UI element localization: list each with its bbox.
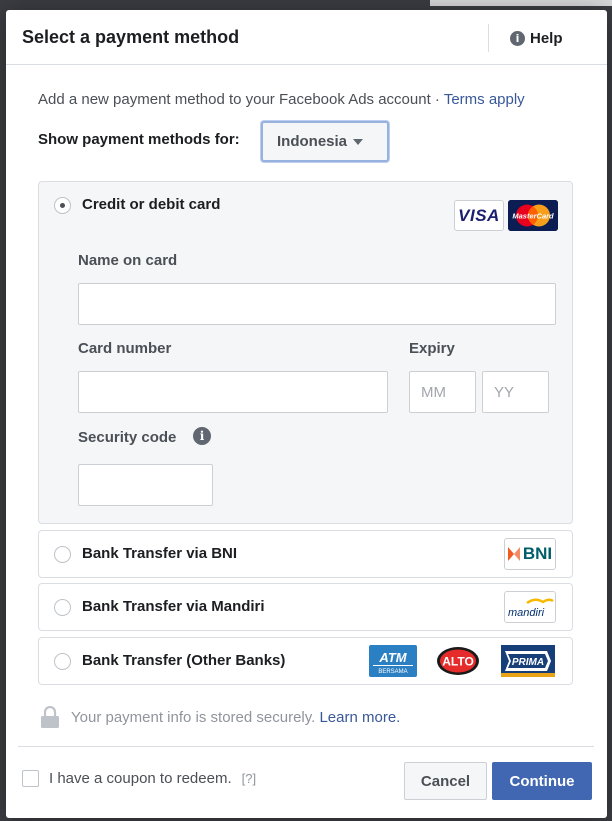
- security-code-label: Security code: [78, 429, 177, 446]
- coupon-row: I have a coupon to redeem. [?]: [22, 770, 256, 787]
- bni-logo: BNI: [504, 538, 556, 570]
- bni-radio[interactable]: [54, 546, 71, 563]
- background-strip: [430, 0, 612, 6]
- prima-logo: PRIMA: [501, 645, 555, 677]
- svg-text:BERSAMA: BERSAMA: [378, 669, 407, 675]
- atm-bersama-logo: ATM BERSAMA: [369, 645, 417, 677]
- help-button[interactable]: i Help: [510, 30, 563, 47]
- bank-option-bni[interactable]: Bank Transfer via BNI BNI: [38, 530, 573, 578]
- continue-button[interactable]: Continue: [492, 762, 592, 800]
- bni-logo-text: BNI: [522, 544, 553, 563]
- name-on-card-input[interactable]: [78, 283, 556, 325]
- mandiri-radio[interactable]: [54, 599, 71, 616]
- bank-option-other[interactable]: Bank Transfer (Other Banks) ATM BERSAMA …: [38, 637, 573, 685]
- payment-dialog: Select a payment method i Help Add a new…: [6, 10, 607, 818]
- coupon-checkbox[interactable]: [22, 770, 39, 787]
- info-icon: i: [510, 31, 525, 46]
- expiry-month-input[interactable]: [409, 371, 476, 413]
- visa-logo: VISA: [454, 200, 504, 231]
- help-label: Help: [530, 30, 563, 47]
- card-option-panel: Credit or debit card VISA MasterCard Nam…: [38, 181, 573, 524]
- secure-text: Your payment info is stored securely.: [71, 708, 320, 726]
- expiry-label: Expiry: [409, 340, 455, 357]
- country-dropdown[interactable]: Indonesia: [261, 121, 389, 162]
- header-divider: [488, 24, 489, 52]
- card-radio[interactable]: [54, 197, 71, 214]
- secure-note: Your payment info is stored securely. Le…: [40, 706, 400, 728]
- svg-text:MasterCard: MasterCard: [512, 212, 554, 221]
- bni-mark-icon: [507, 547, 520, 561]
- svg-text:ATM: ATM: [378, 650, 407, 665]
- coupon-label[interactable]: I have a coupon to redeem.: [49, 770, 232, 787]
- card-number-input[interactable]: [78, 371, 388, 413]
- coupon-help-link[interactable]: [?]: [242, 771, 256, 786]
- chevron-down-icon: [353, 138, 364, 145]
- card-option-label: Credit or debit card: [82, 196, 221, 213]
- svg-text:ALTO: ALTO: [442, 655, 474, 669]
- terms-link[interactable]: Terms apply: [444, 91, 525, 108]
- mandiri-label: Bank Transfer via Mandiri: [82, 598, 265, 615]
- svg-text:mandiri: mandiri: [508, 607, 545, 619]
- mastercard-logo: MasterCard: [508, 200, 558, 231]
- intro-text: Add a new payment method to your Faceboo…: [38, 91, 525, 108]
- name-on-card-label: Name on card: [78, 252, 178, 269]
- other-banks-radio[interactable]: [54, 653, 71, 670]
- lock-icon: [41, 706, 59, 728]
- country-value: Indonesia: [277, 133, 348, 150]
- security-code-input[interactable]: [78, 464, 213, 506]
- mandiri-logo: mandiri: [504, 591, 556, 623]
- card-number-label: Card number: [78, 340, 172, 357]
- svg-text:PRIMA: PRIMA: [512, 657, 544, 668]
- other-banks-label: Bank Transfer (Other Banks): [82, 652, 286, 669]
- bank-option-mandiri[interactable]: Bank Transfer via Mandiri mandiri: [38, 583, 573, 631]
- expiry-year-input[interactable]: [482, 371, 549, 413]
- dialog-header: Select a payment method i Help: [6, 10, 607, 65]
- dialog-title: Select a payment method: [22, 27, 240, 47]
- alto-logo: ALTO: [436, 645, 480, 677]
- cancel-button[interactable]: Cancel: [404, 762, 487, 800]
- security-info-icon[interactable]: i: [193, 427, 211, 445]
- country-label: Show payment methods for:: [38, 131, 240, 148]
- learn-more-link[interactable]: Learn more.: [319, 709, 400, 726]
- intro-body: Add a new payment method to your Faceboo…: [38, 91, 444, 108]
- bni-label: Bank Transfer via BNI: [82, 545, 238, 562]
- footer-divider: [18, 746, 594, 747]
